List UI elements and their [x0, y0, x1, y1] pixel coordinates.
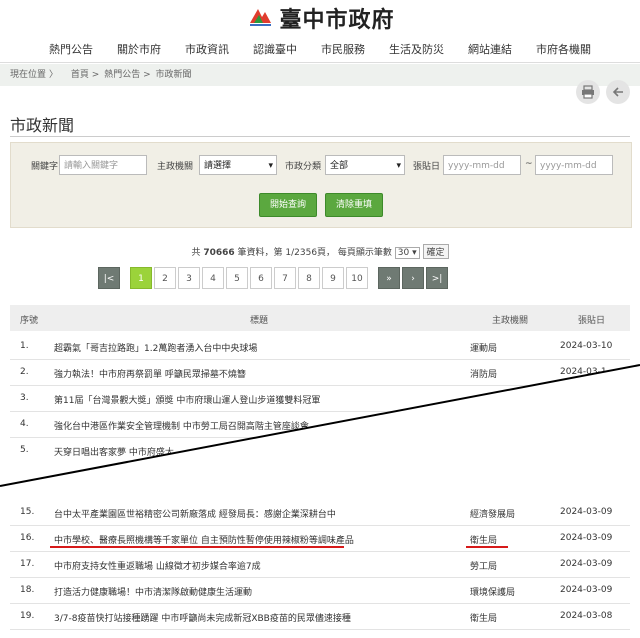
table-row[interactable]: 17. 中市府支持女性重返職場 山線徵才初步媒合率逾7成 勞工局 2024-03… — [10, 551, 630, 578]
row-date: 2024-03-08 — [560, 611, 613, 621]
row-agency: 勞工局 — [470, 562, 498, 572]
row-number: 15. — [20, 507, 35, 517]
row-agency: 經濟發展局 — [470, 510, 516, 520]
highlight-underline-agency — [466, 546, 508, 548]
row-number: 17. — [20, 559, 35, 569]
row-title-link[interactable]: 打造活力健康職場！中市清潔隊啟動健康生活運動 — [54, 585, 252, 598]
row-title-link[interactable]: 3/7-8疫苗快打站接種踴躍 中市呼籲尚未完成新冠XBB疫苗的民眾儘速接種 — [54, 611, 351, 624]
row-title-link[interactable]: 中市府支持女性重返職場 山線徵才初步媒合率逾7成 — [54, 559, 261, 572]
row-date: 2024-03-09 — [560, 507, 613, 517]
row-number: 19. — [20, 611, 35, 621]
row-agency: 環境保護局 — [470, 588, 516, 598]
row-title-link[interactable]: 台中太平產業園區世裕精密公司新廠落成 經發局長：感謝企業深耕台中 — [54, 507, 336, 520]
table-row[interactable]: 19. 3/7-8疫苗快打站接種踴躍 中市呼籲尚未完成新冠XBB疫苗的民眾儘速接… — [10, 603, 630, 630]
table-row[interactable]: 18. 打造活力健康職場！中市清潔隊啟動健康生活運動 環境保護局 2024-03… — [10, 577, 630, 604]
row-agency: 衛生局 — [470, 614, 498, 624]
row-agency: 衛生局 — [470, 536, 498, 546]
row-title-link[interactable]: 中市學校、醫療長照機構等千家單位 自主預防性暫停使用辣椒粉等調味產品 — [54, 533, 354, 546]
row-number: 16. — [20, 533, 35, 543]
row-date: 2024-03-09 — [560, 533, 613, 543]
table-row[interactable]: 15. 台中太平產業園區世裕精密公司新廠落成 經發局長：感謝企業深耕台中 經濟發… — [10, 499, 630, 526]
highlight-underline-title — [50, 546, 344, 548]
row-date: 2024-03-09 — [560, 559, 613, 569]
row-date: 2024-03-09 — [560, 585, 613, 595]
row-number: 18. — [20, 585, 35, 595]
